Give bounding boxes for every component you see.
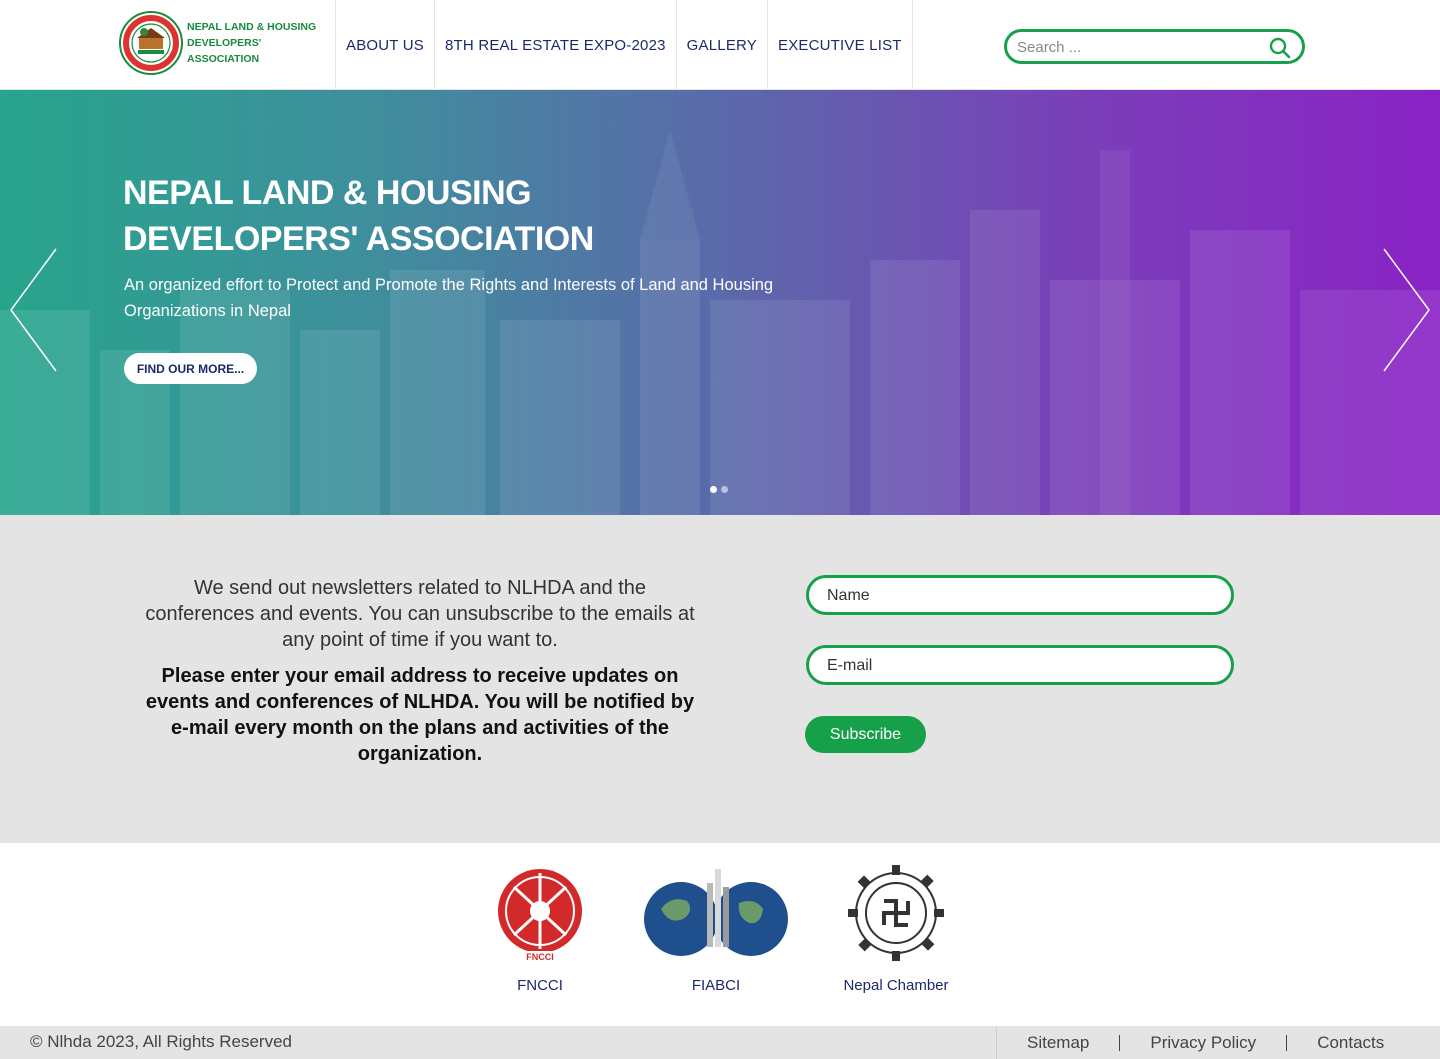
hero-slider: NEPAL LAND & HOUSING DEVELOPERS' ASSOCIA…	[0, 90, 1440, 515]
logo-text: NEPAL LAND & HOUSING DEVELOPERS' ASSOCIA…	[187, 21, 317, 65]
find-out-more-button[interactable]: FIND OUR MORE...	[124, 353, 257, 384]
newsletter-section: We send out newsletters related to NLHDA…	[0, 515, 1440, 843]
subscribe-button[interactable]: Subscribe	[805, 716, 926, 753]
slider-dot[interactable]	[710, 486, 717, 493]
main-nav: ABOUT US 8TH REAL ESTATE EXPO-2023 GALLE…	[335, 0, 913, 90]
fncci-logo-icon: FNCCI	[498, 869, 582, 962]
partners-section: FNCCI FNCCI FIABCI Nepal Chamber	[0, 843, 1440, 1026]
site-logo[interactable]: NEPAL LAND & HOUSING DEVELOPERS' ASSOCIA…	[118, 10, 327, 76]
search-icon[interactable]	[1268, 36, 1292, 60]
chevron-left-icon[interactable]	[8, 247, 58, 373]
search-input[interactable]	[1017, 36, 1262, 58]
slider-dots	[710, 486, 728, 493]
partner-fiabci[interactable]: FIABCI	[636, 863, 796, 994]
name-field-wrap	[806, 575, 1234, 615]
nepal-chamber-logo-icon	[848, 865, 944, 961]
svg-text:FNCCI: FNCCI	[526, 952, 554, 962]
footer-link-contacts[interactable]: Contacts	[1287, 1034, 1414, 1051]
footer-link-sitemap[interactable]: Sitemap	[1027, 1034, 1121, 1051]
newsletter-instructions: Please enter your email address to recei…	[145, 665, 695, 765]
search-box	[1004, 29, 1305, 64]
partner-label: Nepal Chamber	[843, 977, 949, 994]
nav-gallery[interactable]: GALLERY	[675, 0, 767, 90]
footer-link-privacy-policy[interactable]: Privacy Policy	[1120, 1034, 1288, 1051]
hero-title: NEPAL LAND & HOUSING DEVELOPERS' ASSOCIA…	[123, 174, 594, 258]
site-footer: © Nlhda 2023, All Rights Reserved Sitema…	[0, 1026, 1440, 1059]
fiabci-logo-icon	[644, 869, 788, 956]
association-seal-icon	[119, 11, 183, 75]
site-header: NEPAL LAND & HOUSING DEVELOPERS' ASSOCIA…	[0, 0, 1440, 90]
email-field-wrap	[806, 645, 1234, 685]
email-field[interactable]	[827, 655, 1207, 677]
copyright-text: © Nlhda 2023, All Rights Reserved	[30, 1032, 292, 1051]
partner-label: FIABCI	[691, 977, 741, 994]
nav-real-estate-expo[interactable]: 8TH REAL ESTATE EXPO-2023	[434, 0, 676, 90]
newsletter-description: We send out newsletters related to NLHDA…	[145, 577, 695, 651]
chevron-right-icon[interactable]	[1382, 247, 1432, 373]
footer-links: Sitemap Privacy Policy Contacts	[996, 1026, 1414, 1059]
partner-fncci[interactable]: FNCCI FNCCI	[460, 863, 620, 994]
nav-executive-list[interactable]: EXECUTIVE LIST	[767, 0, 913, 90]
partner-label: FNCCI	[517, 977, 563, 994]
hero-subtitle: An organized effort to Protect and Promo…	[124, 276, 774, 320]
partner-nepal-chamber[interactable]: Nepal Chamber	[816, 863, 976, 994]
nav-about-us[interactable]: ABOUT US	[335, 0, 434, 90]
slider-dot[interactable]	[721, 486, 728, 493]
name-field[interactable]	[827, 585, 1207, 607]
